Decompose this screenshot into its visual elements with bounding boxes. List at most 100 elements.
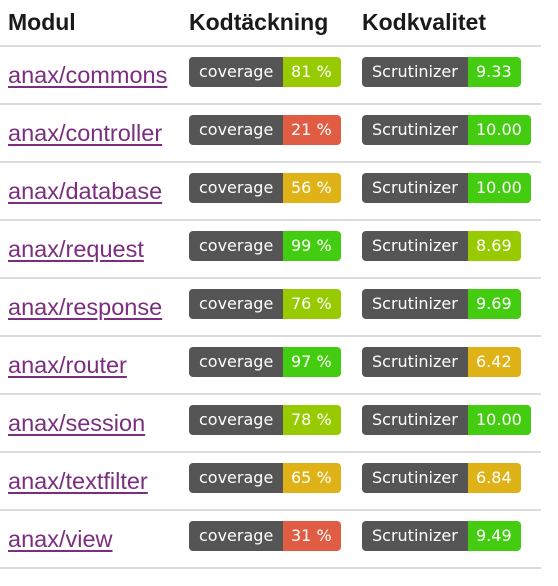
quality-cell: Scrutinizer 6.42 [362, 347, 541, 377]
coverage-badge-value: 76 % [283, 289, 341, 319]
coverage-badge-value: 31 % [283, 521, 341, 551]
coverage-badge[interactable]: coverage 99 % [189, 231, 341, 261]
coverage-badge-value: 81 % [283, 57, 341, 87]
coverage-cell: coverage 76 % [189, 289, 362, 319]
table-row: anax/response coverage 76 % Scrutinizer 9.69 [0, 279, 541, 337]
scrutinizer-badge-label: Scrutinizer [362, 347, 468, 377]
module-link[interactable]: anax/view [8, 526, 113, 552]
scrutinizer-badge-value: 9.33 [468, 57, 521, 87]
table-row: anax/controller coverage 21 % Scrutinizer 10… [0, 105, 541, 163]
coverage-cell: coverage 31 % [189, 521, 362, 551]
module-table: Modul Kodtäckning Kodkvalitet anax/commo… [0, 0, 541, 569]
module-link[interactable]: anax/commons [8, 62, 167, 88]
quality-cell: Scrutinizer 8.69 [362, 231, 541, 261]
scrutinizer-badge-label: Scrutinizer [362, 405, 468, 435]
scrutinizer-badge[interactable]: Scrutinizer 9.33 [362, 57, 521, 87]
module-link[interactable]: anax/router [8, 352, 127, 378]
scrutinizer-badge-value: 9.49 [468, 521, 521, 551]
quality-cell: Scrutinizer 6.84 [362, 463, 541, 493]
scrutinizer-badge[interactable]: Scrutinizer 10.00 [362, 173, 531, 203]
coverage-badge-label: coverage [189, 289, 283, 319]
scrutinizer-badge-value: 10.00 [468, 173, 531, 203]
coverage-cell: coverage 81 % [189, 57, 362, 87]
scrutinizer-badge-label: Scrutinizer [362, 463, 468, 493]
table-row: anax/session coverage 78 % Scrutinizer 10.00 [0, 395, 541, 453]
module-cell: anax/router [0, 352, 189, 379]
coverage-cell: coverage 21 % [189, 115, 362, 145]
coverage-badge-label: coverage [189, 405, 283, 435]
coverage-badge[interactable]: coverage 78 % [189, 405, 341, 435]
table-header-row: Modul Kodtäckning Kodkvalitet [0, 0, 541, 47]
module-cell: anax/controller [0, 120, 189, 147]
scrutinizer-badge[interactable]: Scrutinizer 6.84 [362, 463, 521, 493]
table-row: anax/view coverage 31 % Scrutinizer 9.49 [0, 511, 541, 569]
module-link[interactable]: anax/database [8, 178, 162, 204]
module-cell: anax/response [0, 294, 189, 321]
table-row: anax/database coverage 56 % Scrutinizer 10.0… [0, 163, 541, 221]
table-row: anax/request coverage 99 % Scrutinizer 8.69 [0, 221, 541, 279]
scrutinizer-badge-label: Scrutinizer [362, 57, 468, 87]
coverage-badge-value: 97 % [283, 347, 341, 377]
scrutinizer-badge[interactable]: Scrutinizer 8.69 [362, 231, 521, 261]
scrutinizer-badge-label: Scrutinizer [362, 173, 468, 203]
quality-cell: Scrutinizer 9.33 [362, 57, 541, 87]
coverage-badge-value: 78 % [283, 405, 341, 435]
coverage-badge-value: 56 % [283, 173, 341, 203]
coverage-badge-label: coverage [189, 463, 283, 493]
coverage-badge-value: 99 % [283, 231, 341, 261]
coverage-cell: coverage 97 % [189, 347, 362, 377]
scrutinizer-badge-value: 10.00 [468, 115, 531, 145]
scrutinizer-badge-label: Scrutinizer [362, 289, 468, 319]
scrutinizer-badge[interactable]: Scrutinizer 10.00 [362, 405, 531, 435]
module-cell: anax/textfilter [0, 468, 189, 495]
coverage-badge[interactable]: coverage 97 % [189, 347, 341, 377]
coverage-cell: coverage 78 % [189, 405, 362, 435]
table-body: anax/commons coverage 81 % Scrutinizer 9.33 a… [0, 47, 541, 569]
table-row: anax/commons coverage 81 % Scrutinizer 9.33 [0, 47, 541, 105]
coverage-badge-label: coverage [189, 231, 283, 261]
coverage-badge-value: 65 % [283, 463, 341, 493]
module-link[interactable]: anax/request [8, 236, 144, 262]
table-row: anax/textfilter coverage 65 % Scrutinizer 6.… [0, 453, 541, 511]
module-cell: anax/session [0, 410, 189, 437]
coverage-badge-label: coverage [189, 347, 283, 377]
coverage-cell: coverage 56 % [189, 173, 362, 203]
coverage-badge[interactable]: coverage 56 % [189, 173, 341, 203]
header-quality: Kodkvalitet [362, 9, 486, 35]
quality-cell: Scrutinizer 10.00 [362, 115, 541, 145]
coverage-badge-value: 21 % [283, 115, 341, 145]
scrutinizer-badge[interactable]: Scrutinizer 10.00 [362, 115, 531, 145]
module-link[interactable]: anax/textfilter [8, 468, 148, 494]
quality-cell: Scrutinizer 10.00 [362, 405, 541, 435]
scrutinizer-badge-label: Scrutinizer [362, 115, 468, 145]
coverage-badge-label: coverage [189, 173, 283, 203]
scrutinizer-badge-value: 10.00 [468, 405, 531, 435]
coverage-badge[interactable]: coverage 65 % [189, 463, 341, 493]
quality-cell: Scrutinizer 9.49 [362, 521, 541, 551]
scrutinizer-badge[interactable]: Scrutinizer 9.49 [362, 521, 521, 551]
coverage-badge-label: coverage [189, 521, 283, 551]
coverage-badge-label: coverage [189, 57, 283, 87]
scrutinizer-badge-value: 6.42 [468, 347, 521, 377]
scrutinizer-badge-value: 6.84 [468, 463, 521, 493]
header-module: Modul [8, 9, 76, 35]
scrutinizer-badge[interactable]: Scrutinizer 9.69 [362, 289, 521, 319]
coverage-badge[interactable]: coverage 81 % [189, 57, 341, 87]
coverage-badge-label: coverage [189, 115, 283, 145]
module-link[interactable]: anax/response [8, 294, 162, 320]
table-row: anax/router coverage 97 % Scrutinizer 6.42 [0, 337, 541, 395]
module-link[interactable]: anax/controller [8, 120, 162, 146]
scrutinizer-badge-label: Scrutinizer [362, 521, 468, 551]
coverage-badge[interactable]: coverage 31 % [189, 521, 341, 551]
scrutinizer-badge[interactable]: Scrutinizer 6.42 [362, 347, 521, 377]
scrutinizer-badge-label: Scrutinizer [362, 231, 468, 261]
scrutinizer-badge-value: 9.69 [468, 289, 521, 319]
coverage-badge[interactable]: coverage 76 % [189, 289, 341, 319]
coverage-badge[interactable]: coverage 21 % [189, 115, 341, 145]
module-cell: anax/view [0, 526, 189, 553]
module-link[interactable]: anax/session [8, 410, 145, 436]
module-cell: anax/commons [0, 62, 189, 89]
coverage-cell: coverage 99 % [189, 231, 362, 261]
header-coverage: Kodtäckning [189, 9, 329, 35]
quality-cell: Scrutinizer 9.69 [362, 289, 541, 319]
